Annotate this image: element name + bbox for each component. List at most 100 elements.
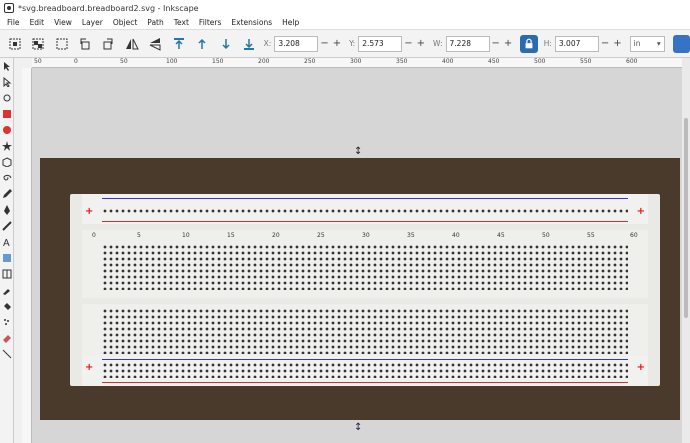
drawing-canvas[interactable]: + + 0 5 10 15 20 25 30 35 40 45 50 55 60 <box>32 68 682 443</box>
red-rail-line <box>102 382 628 383</box>
w-minus-button[interactable]: − <box>492 38 500 49</box>
ruler-tick: 50 <box>120 58 128 65</box>
ellipse-tool-icon[interactable] <box>0 122 14 138</box>
window-title: *svg.breadboard.breadboard2.svg - Inksca… <box>18 3 199 13</box>
menu-help[interactable]: Help <box>277 18 304 27</box>
rail-plus-label: + <box>636 362 645 373</box>
rail-holes <box>102 208 628 214</box>
3d-box-tool-icon[interactable] <box>0 154 14 170</box>
menu-extensions[interactable]: Extensions <box>226 18 277 27</box>
menu-file[interactable]: File <box>2 18 25 27</box>
ruler-tick: 150 <box>212 58 224 65</box>
calligraphy-tool-icon[interactable] <box>0 218 14 234</box>
flip-vertical-icon[interactable] <box>147 35 164 53</box>
column-number: 20 <box>272 232 280 239</box>
x-plus-button[interactable]: + <box>333 38 341 49</box>
text-tool-icon[interactable]: A <box>0 234 14 250</box>
menu-layer[interactable]: Layer <box>77 18 108 27</box>
y-field[interactable]: 2.573 <box>358 35 403 52</box>
lower-to-bottom-icon[interactable] <box>240 35 257 53</box>
power-rail-top: + + <box>82 194 648 224</box>
eraser-tool-icon[interactable] <box>0 330 14 346</box>
y-coordinate: Y: 2.573 − + <box>349 35 427 52</box>
lock-icon[interactable] <box>520 34 538 53</box>
x-minus-button[interactable]: − <box>320 38 328 49</box>
raise-icon[interactable] <box>193 35 210 53</box>
pen-tool-icon[interactable] <box>0 202 14 218</box>
dropper-tool-icon[interactable] <box>0 282 14 298</box>
x-label: X: <box>263 39 272 48</box>
lower-icon[interactable] <box>217 35 234 53</box>
unit-select[interactable]: in <box>629 35 665 52</box>
star-tool-icon[interactable] <box>0 138 14 154</box>
column-number: 55 <box>587 232 595 239</box>
x-coordinate: X: 3.208 − + <box>263 35 343 52</box>
menu-bar: File Edit View Layer Object Path Text Fi… <box>0 16 690 30</box>
x-field[interactable]: 3.208 <box>274 35 319 52</box>
pencil-tool-icon[interactable] <box>0 186 14 202</box>
connector-tool-icon[interactable] <box>0 346 14 362</box>
menu-object[interactable]: Object <box>108 18 142 27</box>
scrollbar-thumb[interactable] <box>684 118 688 318</box>
selector-tool-icon[interactable] <box>0 58 14 74</box>
deselect-icon[interactable] <box>53 35 70 53</box>
paint-bucket-tool-icon[interactable] <box>0 298 14 314</box>
rotate-cw-icon[interactable] <box>100 35 117 53</box>
column-number: 0 <box>92 232 96 239</box>
rotate-ccw-icon[interactable] <box>76 35 93 53</box>
power-rail-bottom: + + <box>82 356 648 386</box>
red-rail-line <box>102 221 628 222</box>
spiral-tool-icon[interactable] <box>0 170 14 186</box>
column-number: 10 <box>182 232 190 239</box>
rail-plus-label: + <box>636 206 645 217</box>
menu-filters[interactable]: Filters <box>194 18 226 27</box>
select-all-icon[interactable] <box>6 35 23 53</box>
column-number: 15 <box>227 232 235 239</box>
resize-handle-bottom-icon[interactable]: ↕ <box>354 422 362 433</box>
spray-tool-icon[interactable] <box>0 314 14 330</box>
height-field[interactable]: 3.007 <box>554 35 599 52</box>
column-number: 40 <box>452 232 460 239</box>
column-number: 60 <box>630 232 638 239</box>
select-all-layers-icon[interactable] <box>29 35 46 53</box>
y-minus-button[interactable]: − <box>404 38 412 49</box>
rectangle-tool-icon[interactable] <box>0 106 14 122</box>
menu-view[interactable]: View <box>49 18 77 27</box>
height-coordinate: H: 3.007 − + <box>544 35 624 52</box>
h-minus-button[interactable]: − <box>601 38 609 49</box>
menu-text[interactable]: Text <box>169 18 194 27</box>
width-coordinate: W: 7.228 − + <box>433 35 514 52</box>
title-bar: *svg.breadboard.breadboard2.svg - Inksca… <box>0 0 690 16</box>
toolbox: A <box>0 58 14 443</box>
horizontal-ruler[interactable]: 50 0 50 100 150 200 250 300 350 400 450 … <box>32 58 682 68</box>
h-plus-button[interactable]: + <box>613 38 621 49</box>
breadboard-photo[interactable]: + + 0 5 10 15 20 25 30 35 40 45 50 55 60 <box>40 158 680 420</box>
column-number: 25 <box>317 232 325 239</box>
mesh-tool-icon[interactable] <box>0 266 14 282</box>
w-plus-button[interactable]: + <box>504 38 512 49</box>
width-field[interactable]: 7.228 <box>445 35 490 52</box>
tweak-tool-icon[interactable] <box>0 90 14 106</box>
menu-path[interactable]: Path <box>142 18 168 27</box>
ruler-tick: 550 <box>580 58 592 65</box>
column-number: 35 <box>407 232 415 239</box>
gradient-tool-icon[interactable] <box>0 250 14 266</box>
ruler-tick: 400 <box>442 58 454 65</box>
w-label: W: <box>433 39 443 48</box>
vertical-ruler[interactable] <box>22 68 32 443</box>
raise-to-top-icon[interactable] <box>170 35 187 53</box>
column-number: 45 <box>497 232 505 239</box>
rail-plus-label: + <box>85 362 94 373</box>
node-tool-icon[interactable] <box>0 74 14 90</box>
vertical-scrollbar[interactable] <box>682 58 690 443</box>
ruler-tick: 50 <box>34 58 42 65</box>
terminal-holes <box>102 244 628 290</box>
blue-rail-line <box>102 198 628 199</box>
ruler-tick: 100 <box>166 58 178 65</box>
snap-toggle-icon[interactable] <box>672 34 690 53</box>
flip-horizontal-icon[interactable] <box>123 35 140 53</box>
resize-handle-top-icon[interactable]: ↕ <box>354 146 362 157</box>
y-plus-button[interactable]: + <box>417 38 425 49</box>
rail-holes <box>102 362 628 378</box>
menu-edit[interactable]: Edit <box>25 18 50 27</box>
